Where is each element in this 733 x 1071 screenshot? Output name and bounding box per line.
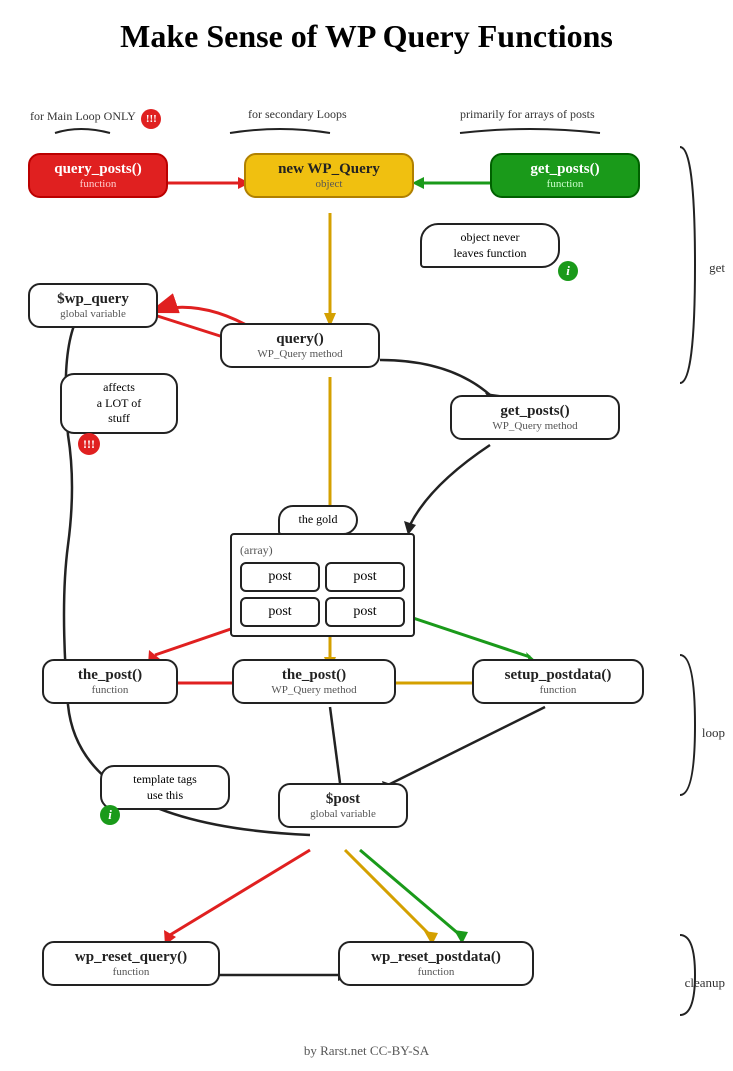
page-title: Make Sense of WP Query Functions <box>0 0 733 65</box>
wp-query-obj-box: new WP_Query object <box>244 153 414 198</box>
arrays-label: primarily for arrays of posts <box>460 107 595 122</box>
setup-postdata-box: setup_postdata() function <box>472 659 644 704</box>
array-box: (array) post post post post <box>230 533 415 637</box>
wp-reset-query-box: wp_reset_query() function <box>42 941 220 986</box>
object-never-callout: object never leaves function <box>420 223 560 268</box>
query-posts-box: query_posts() function <box>28 153 168 198</box>
post-var-box: $post global variable <box>278 783 408 828</box>
main-loop-label: for Main Loop ONLY !!! <box>30 107 161 127</box>
wp-query-var-box: $wp_query global variable <box>28 283 158 328</box>
loop-label: loop <box>702 725 725 741</box>
post-cell-4: post <box>325 597 405 627</box>
template-tags-callout: template tags use this <box>100 765 230 810</box>
post-cell-2: post <box>325 562 405 592</box>
cleanup-label: cleanup <box>685 975 725 991</box>
the-post-fn-box: the_post() function <box>42 659 178 704</box>
info-circle-never: i <box>558 261 578 281</box>
post-cell-3: post <box>240 597 320 627</box>
post-cell-1: post <box>240 562 320 592</box>
affects-callout: affects a LOT of stuff <box>60 373 178 434</box>
get-label: get <box>709 260 725 276</box>
warn-circle-affects: !!! <box>78 433 100 455</box>
secondary-loops-label: for secondary Loops <box>248 107 347 122</box>
the-gold-callout: the gold <box>278 505 358 535</box>
footer: by Rarst.net CC-BY-SA <box>0 1035 733 1071</box>
the-post-method-box: the_post() WP_Query method <box>232 659 396 704</box>
query-method-box: query() WP_Query method <box>220 323 380 368</box>
get-posts-method-box: get_posts() WP_Query method <box>450 395 620 440</box>
array-grid: post post post post <box>240 562 405 627</box>
wp-reset-postdata-box: wp_reset_postdata() function <box>338 941 534 986</box>
diagram: for Main Loop ONLY !!! for secondary Loo… <box>0 65 733 1035</box>
info-circle-template: i <box>100 805 120 825</box>
get-posts-fn-box: get_posts() function <box>490 153 640 198</box>
